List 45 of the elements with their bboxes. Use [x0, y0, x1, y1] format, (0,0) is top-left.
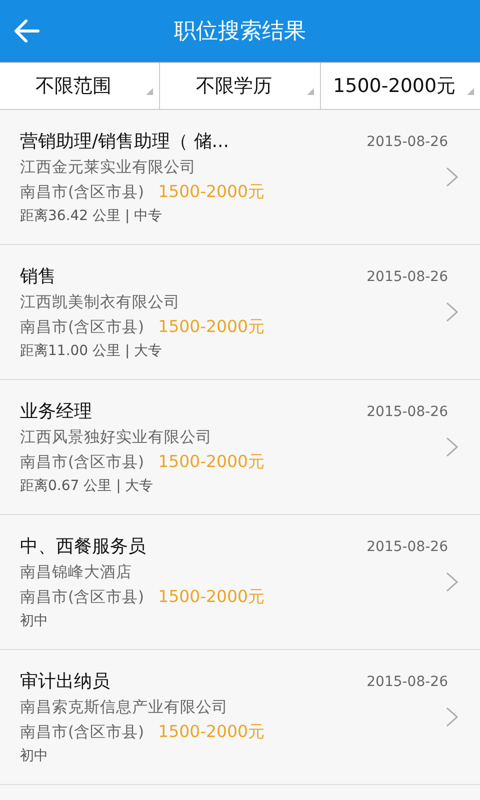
- job-detail: 距离11.00 公里 | 大专: [20, 342, 164, 361]
- back-arrow-icon: [13, 17, 41, 45]
- chevron-right-icon: [446, 302, 458, 322]
- chevron-right-icon: [446, 572, 458, 592]
- salary-range: 1500-2000元: [158, 721, 266, 743]
- company-name: 南昌索克斯信息产业有限公司: [20, 697, 229, 718]
- salary-range: 1500-2000元: [158, 586, 266, 608]
- job-detail: 距离36.42 公里 | 中专: [20, 207, 164, 226]
- dropdown-corner-icon: [306, 88, 314, 95]
- job-list-item[interactable]: 中、西餐服务员 南昌锦峰大酒店 南昌市(含区市县) 1500-2000元 初中 2015-08-26: [0, 515, 480, 650]
- job-detail: 初中: [20, 747, 49, 766]
- salary-range: 1500-2000元: [158, 451, 266, 473]
- job-location: 南昌市(含区市县): [20, 587, 144, 608]
- job-title: 业务经理: [20, 400, 93, 424]
- salary-range: 1500-2000元: [158, 181, 266, 203]
- chevron-right-icon: [446, 167, 458, 187]
- dropdown-corner-icon: [146, 88, 154, 95]
- job-title: 审计出纳员: [20, 670, 111, 694]
- post-date: 2015-08-26: [366, 403, 448, 422]
- post-date: 2015-08-26: [366, 538, 448, 557]
- dropdown-corner-icon: [466, 88, 474, 95]
- job-location: 南昌市(含区市县): [20, 722, 144, 743]
- job-location: 南昌市(含区市县): [20, 317, 144, 338]
- job-title: 营销助理/销售助理（ 储...: [20, 130, 230, 154]
- job-list-item[interactable]: 营销助理/销售助理（ 储... 江西金元莱实业有限公司 南昌市(含区市县) 1500-2000元 距离36.42 公里 | 中专 2015-08-26: [0, 110, 480, 245]
- company-name: 江西凯美制衣有限公司: [20, 292, 181, 313]
- chevron-right-icon: [446, 707, 458, 727]
- job-detail: 初中: [20, 612, 49, 631]
- post-date: 2015-08-26: [366, 268, 448, 287]
- post-date: 2015-08-26: [366, 133, 448, 152]
- job-list-item[interactable]: 审计出纳员 南昌索克斯信息产业有限公司 南昌市(含区市县) 1500-2000元 初中 2015-08-26: [0, 650, 480, 785]
- post-date: 2015-08-26: [366, 673, 448, 692]
- job-detail: 距离0.67 公里 | 大专: [20, 477, 154, 496]
- job-title: 中、西餐服务员: [20, 535, 147, 559]
- job-list-item[interactable]: 业务经理 江西风景独好实业有限公司 南昌市(含区市县) 1500-2000元 距离0.67 公里 | 大专 2015-08-26: [0, 380, 480, 515]
- page-title: 职位搜索结果: [173, 18, 307, 46]
- job-location: 南昌市(含区市县): [20, 182, 144, 203]
- job-location: 南昌市(含区市县): [20, 452, 144, 473]
- job-list-item[interactable]: 销售 江西凯美制衣有限公司 南昌市(含区市县) 1500-2000元 距离11.00 公里 | 大专 2015-08-26: [0, 245, 480, 380]
- chevron-right-icon: [446, 437, 458, 457]
- job-title: 销售: [20, 265, 57, 289]
- company-name: 江西风景独好实业有限公司: [20, 427, 213, 448]
- company-name: 南昌锦峰大酒店: [20, 562, 133, 583]
- salary-range: 1500-2000元: [158, 316, 266, 338]
- company-name: 江西金元莱实业有限公司: [20, 157, 197, 178]
